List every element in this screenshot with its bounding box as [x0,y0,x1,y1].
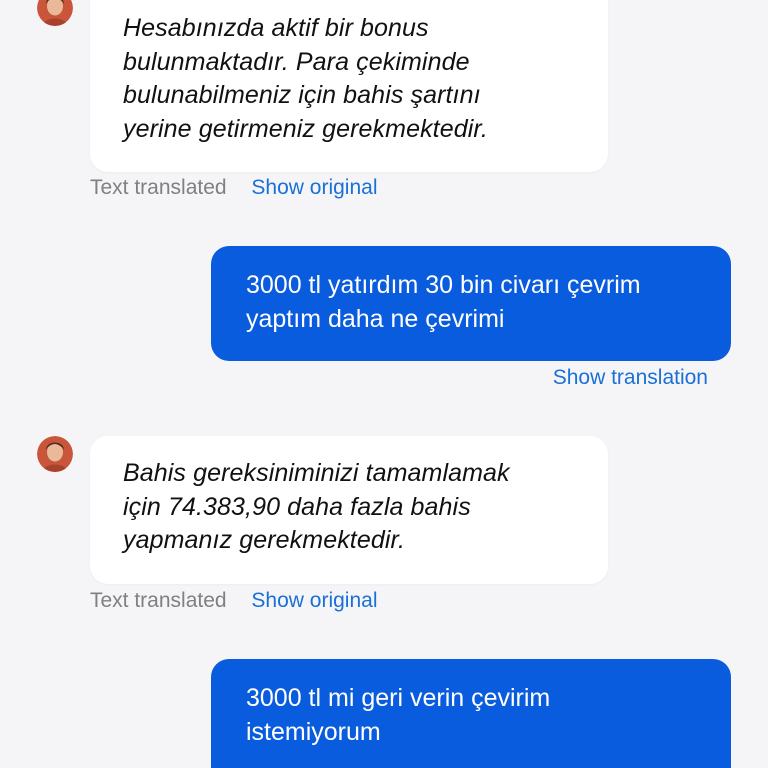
chat-thread: Hesabınızda aktif bir bonus bulunmaktadı… [0,0,768,768]
translation-meta: Text translated Show original [90,589,378,613]
message-line: Bahis gereksiniminizi tamamlamak [123,459,510,487]
show-translation-link[interactable]: Show translation [553,366,708,390]
message-line: istemiyorum [246,718,381,746]
message-line: 3000 tl mi geri verin çevirim [246,684,551,712]
message-line: bulunmaktadır. Para çekiminde [123,47,470,76]
show-original-link[interactable]: Show original [251,176,377,199]
message-line: 3000 tl yatırdım 30 bin civarı çevrim [246,271,641,299]
message-line: yaptım daha ne çevrimi [246,305,505,333]
translation-status: Text translated [90,176,227,199]
translation-status: Text translated [90,589,227,612]
message-line: Hesabınızda aktif bir bonus [123,14,429,42]
message-line: bulunabilmeniz için bahis şartını [123,81,481,109]
message-line: yerine getirmeniz gerekmektedir. [123,114,488,143]
message-line: için 74.383,90 daha fazla bahis [123,492,471,521]
incoming-message-bubble: Hesabınızda aktif bir bonus bulunmaktadı… [90,0,608,172]
outgoing-message-bubble: 3000 tl mi geri verin çevirim istemiyoru… [211,659,731,768]
outgoing-message-bubble: 3000 tl yatırdım 30 bin civarı çevrim ya… [211,246,731,361]
agent-avatar [37,0,73,26]
message-line: yapmanız gerekmektedir. [123,526,406,554]
show-original-link[interactable]: Show original [251,589,377,612]
incoming-message-bubble: Bahis gereksiniminizi tamamlamak için 74… [90,436,608,584]
translation-meta: Text translated Show original [90,176,378,200]
agent-avatar [37,436,73,472]
